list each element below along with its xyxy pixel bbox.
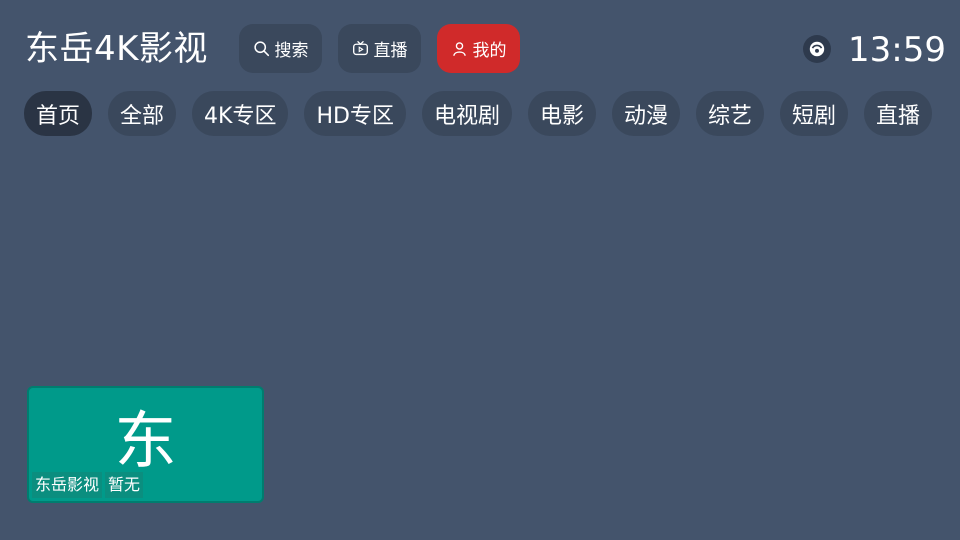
tab-movies[interactable]: 电影	[527, 91, 596, 136]
mine-button-label: 我的	[472, 41, 507, 61]
tab-live[interactable]: 直播	[864, 91, 933, 136]
network-icon[interactable]	[803, 35, 831, 63]
app-screen: 东岳4K影视 搜索 直播 我的 13:59 首页 全部 4K专区 HD专区 电视…	[0, 0, 960, 540]
app-title: 东岳4K影视	[25, 29, 208, 69]
search-icon	[253, 41, 269, 57]
tab-label: 动漫	[623, 103, 668, 129]
card-name: 东岳影视	[32, 472, 103, 498]
tab-all[interactable]: 全部	[108, 91, 177, 136]
tab-anime[interactable]: 动漫	[611, 91, 680, 136]
live-button[interactable]: 直播	[338, 24, 421, 73]
tab-label: 短剧	[792, 103, 837, 129]
tab-label: HD专区	[316, 103, 394, 129]
tab-4k[interactable]: 4K专区	[192, 91, 289, 136]
tab-hd[interactable]: HD专区	[304, 91, 406, 136]
tab-label: 电影	[539, 103, 584, 129]
tab-variety[interactable]: 综艺	[696, 91, 765, 136]
tab-tv-series[interactable]: 电视剧	[421, 91, 512, 136]
search-button-label: 搜索	[274, 41, 309, 61]
tab-label: 综艺	[708, 103, 753, 129]
card-initial: 东	[114, 404, 177, 477]
live-button-label: 直播	[373, 41, 408, 61]
tab-label: 直播	[876, 103, 921, 129]
tab-label: 全部	[120, 103, 165, 129]
mine-button[interactable]: 我的	[437, 24, 520, 73]
tab-label: 电视剧	[433, 103, 500, 129]
tab-label: 4K专区	[204, 103, 277, 129]
tab-home[interactable]: 首页	[24, 91, 93, 136]
search-button[interactable]: 搜索	[239, 24, 322, 73]
clock: 13:59	[848, 30, 946, 70]
network-status-glyph	[809, 41, 825, 57]
tv-icon	[352, 41, 368, 56]
tab-label: 首页	[36, 103, 81, 129]
user-icon	[452, 42, 466, 56]
card-status: 暂无	[105, 472, 144, 498]
source-card[interactable]: 东 东岳影视 暂无	[27, 386, 264, 503]
card-tags: 东岳影视 暂无	[32, 472, 144, 498]
category-tabs: 首页 全部 4K专区 HD专区 电视剧 电影 动漫 综艺 短剧 直播	[24, 91, 933, 136]
tab-short-drama[interactable]: 短剧	[780, 91, 849, 136]
